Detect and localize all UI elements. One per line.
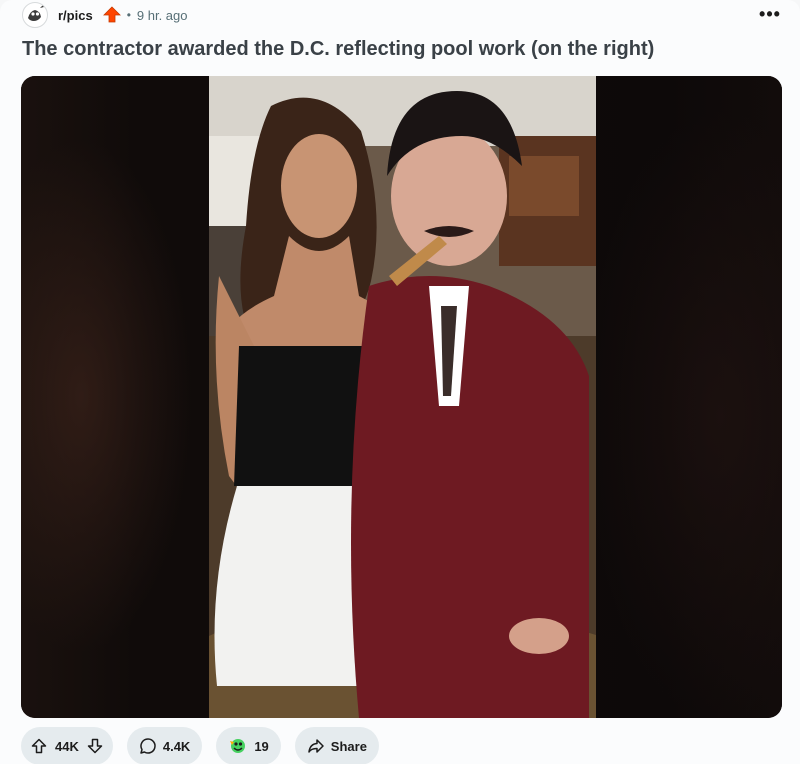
meta-separator: •: [126, 8, 131, 22]
post-meta: r/pics • 9 hr. ago: [22, 2, 188, 28]
vote-control: 44K: [21, 727, 113, 764]
post-card: r/pics • 9 hr. ago ••• The contractor aw…: [0, 0, 800, 764]
upvote-arrow-icon[interactable]: [31, 738, 47, 754]
share-label: Share: [330, 738, 367, 754]
more-options-button[interactable]: •••: [758, 4, 782, 24]
upvote-arrow-badge-icon: [102, 6, 121, 24]
comment-count: 4.4K: [162, 738, 191, 754]
share-arrow-icon: [307, 737, 325, 755]
vote-count: 44K: [55, 738, 79, 754]
post-time: 9 hr. ago: [136, 7, 188, 23]
award-count: 19: [254, 738, 269, 754]
post-image[interactable]: [21, 76, 782, 718]
photo: [209, 76, 596, 718]
downvote-arrow-icon[interactable]: [87, 738, 103, 754]
post-action-bar: 44K 4.4K 19 Share: [21, 727, 379, 764]
share-button[interactable]: Share: [294, 727, 379, 764]
post-title[interactable]: The contractor awarded the D.C. reflecti…: [22, 38, 654, 61]
subreddit-name[interactable]: r/pics: [58, 8, 93, 23]
comment-bubble-icon: [139, 737, 157, 755]
subreddit-avatar-icon[interactable]: [22, 2, 48, 28]
comments-button[interactable]: 4.4K: [126, 727, 203, 764]
award-button[interactable]: 19: [216, 727, 281, 764]
award-icon: [228, 736, 248, 756]
